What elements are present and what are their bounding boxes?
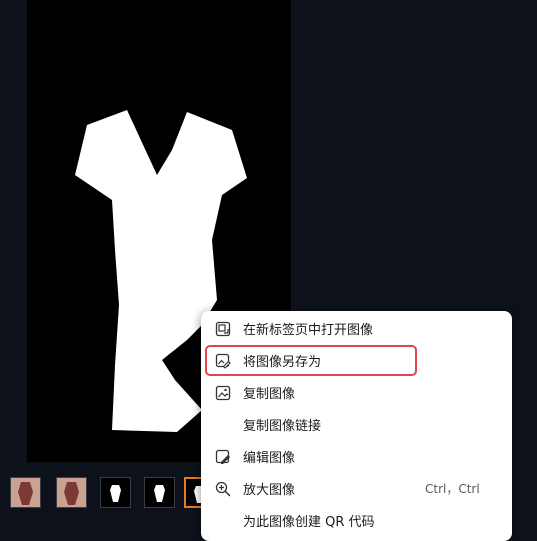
menu-item-label: 为此图像创建 QR 代码 xyxy=(243,515,375,530)
menu-item-label: 将图像另存为 xyxy=(243,355,322,370)
copy-image-icon xyxy=(215,385,231,401)
thumbnail-2[interactable] xyxy=(56,477,87,508)
menu-item-edit-image[interactable]: 编辑图像 xyxy=(201,441,512,472)
zoom-in-icon xyxy=(215,481,231,497)
zoom-shortcut: Ctrl，Ctrl xyxy=(425,482,480,496)
menu-item-copy-image[interactable]: 复制图像 xyxy=(201,377,512,408)
menu-item-save-image-as[interactable]: 将图像另存为 xyxy=(201,345,512,376)
menu-item-open-new-tab[interactable]: 在新标签页中打开图像 xyxy=(201,313,512,344)
open-new-tab-icon xyxy=(215,321,231,337)
thumbnail-3[interactable] xyxy=(100,477,131,508)
menu-item-zoom-image[interactable]: 放大图像 Ctrl，Ctrl xyxy=(201,473,512,504)
menu-item-label: 复制图像链接 xyxy=(243,419,322,434)
context-menu: 在新标签页中打开图像 将图像另存为 复制图像 复制图像链接 编辑图像 放大图像 … xyxy=(201,311,512,541)
edit-image-icon xyxy=(215,449,231,465)
menu-item-label: 编辑图像 xyxy=(243,451,296,466)
thumbnail-4[interactable] xyxy=(144,477,175,508)
menu-item-create-qr-code[interactable]: 为此图像创建 QR 代码 xyxy=(201,505,512,536)
menu-item-copy-image-link[interactable]: 复制图像链接 xyxy=(201,409,512,440)
save-image-icon xyxy=(215,353,231,369)
menu-item-label: 在新标签页中打开图像 xyxy=(243,323,374,338)
menu-item-label: 复制图像 xyxy=(243,387,296,402)
menu-item-label: 放大图像 xyxy=(243,483,296,498)
thumbnail-1[interactable] xyxy=(10,477,41,508)
